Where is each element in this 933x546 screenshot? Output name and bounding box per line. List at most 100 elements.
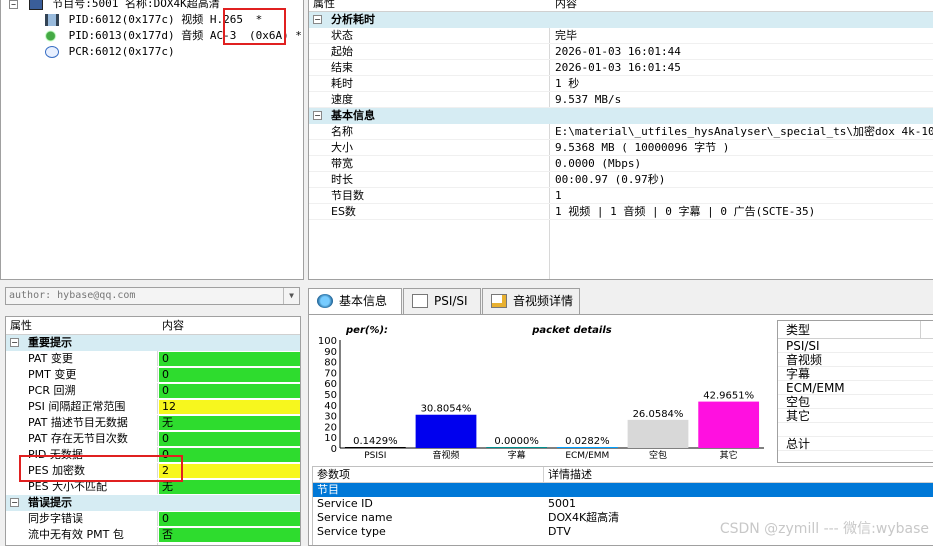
tab-basic-info[interactable]: 基本信息 [308, 288, 402, 315]
document-icon [412, 294, 428, 308]
alerts-header: 属性 内容 [6, 317, 300, 335]
alert-key: PMT 变更 [28, 368, 77, 381]
prop-value: 1 视频 | 1 音频 | 0 字幕 | 0 广告(SCTE-35) [555, 205, 816, 218]
detail-header-a: 参数项 [317, 468, 350, 481]
tree-item-suffix: (0x6A) * [248, 29, 302, 42]
type-list-item[interactable]: 音视频 [778, 353, 933, 367]
alert-value: 2 [159, 464, 300, 478]
prop-key: 大小 [331, 141, 353, 154]
prop-row[interactable]: 名称 E:\material\_utfiles_hysAnalyser\_spec… [309, 124, 933, 140]
prop-row[interactable]: ES数 1 视频 | 1 音频 | 0 字幕 | 0 广告(SCTE-35) [309, 204, 933, 220]
watermark: CSDN @zymill --- 微信:wybase [719, 521, 929, 537]
tab-av-details[interactable]: 音视频详情 [482, 288, 580, 314]
alert-key: PAT 存在无节目次数 [28, 432, 128, 445]
y-tick-label: 0 [331, 444, 337, 455]
tree-program-node[interactable]: − 节目号:5001 名称:DOX4K超高清 [1, 0, 303, 12]
collapse-icon[interactable]: − [10, 338, 19, 347]
type-list-item[interactable]: PSI/SI [778, 339, 933, 353]
detail-row-selected[interactable]: 节目 [313, 483, 933, 497]
collapse-icon[interactable]: − [10, 498, 19, 507]
tab-label: 音视频详情 [513, 294, 574, 308]
detail-cell-b: DTV [548, 525, 571, 538]
chart-title: packet details [531, 325, 611, 336]
type-list-item[interactable]: 空包 [778, 395, 933, 409]
type-list-item[interactable] [778, 423, 933, 437]
tree-item-pcr[interactable]: PCR:6012(0x177c) [1, 44, 303, 60]
prop-row[interactable]: 时长 00:00.97 (0.97秒) [309, 172, 933, 188]
alert-row[interactable]: PMT 变更 0 [6, 367, 300, 383]
alert-value: 无 [159, 416, 300, 430]
prop-value: 9.537 MB/s [555, 93, 622, 106]
alert-row[interactable]: PID 无数据 0 [6, 447, 300, 463]
alert-row[interactable]: PAT 描述节目无数据 无 [6, 415, 300, 431]
x-tick-label: ECM/EMM [565, 451, 609, 461]
section-important[interactable]: − 重要提示 [6, 335, 300, 351]
prop-row[interactable]: 大小 9.5368 MB ( 10000096 字节 ) [309, 140, 933, 156]
alert-value: 0 [159, 432, 300, 446]
type-list-item[interactable]: 其它 [778, 409, 933, 423]
tree-item-suffix: * [255, 13, 263, 26]
bar [344, 447, 406, 448]
prop-row[interactable]: 状态 完毕 [309, 28, 933, 44]
collapse-icon[interactable]: − [9, 0, 18, 9]
author-select-value: author: hybase@qq.com [9, 290, 136, 301]
section-analysis-time[interactable]: − 分析耗时 [309, 12, 933, 28]
chevron-down-icon[interactable]: ▼ [283, 288, 299, 304]
section-errors[interactable]: − 错误提示 [6, 495, 300, 511]
tree-item-label: PCR:6012(0x177c) [68, 45, 175, 58]
alert-row[interactable]: PAT 存在无节目次数 0 [6, 431, 300, 447]
speaker-icon [45, 30, 59, 42]
type-list-item[interactable]: 字幕 [778, 367, 933, 381]
y-tick-label: 10 [324, 433, 337, 444]
prop-row[interactable]: 结束 2026-01-03 16:01:45 [309, 60, 933, 76]
alert-key: PAT 描述节目无数据 [28, 416, 128, 429]
prop-row[interactable]: 速度 9.537 MB/s [309, 92, 933, 108]
alert-key: PES 大小不匹配 [28, 480, 108, 493]
alert-row[interactable]: PCR 回溯 0 [6, 383, 300, 399]
alert-row[interactable]: PES 大小不匹配 无 [6, 479, 300, 495]
y-tick-label: 80 [324, 358, 337, 369]
prop-row[interactable]: 带宽 0.0000 (Mbps) [309, 156, 933, 172]
section-basic-info[interactable]: − 基本信息 [309, 108, 933, 124]
detail-cell-a: Service ID [317, 497, 373, 510]
type-list-item[interactable]: 总计 [778, 437, 933, 451]
alert-value: 无 [159, 480, 300, 494]
bar [486, 447, 548, 448]
prop-key: 状态 [331, 29, 353, 42]
type-list-item[interactable]: ECM/EMM [778, 381, 933, 395]
alerts-panel: 属性 内容 − 重要提示 PAT 变更 0 PMT 变更 0 PCR 回溯 0 PSI … [5, 316, 301, 546]
tree-item-video[interactable]: PID:6012(0x177c) 视频 H.265 * [1, 12, 303, 28]
type-list-items: PSI/SI 音视频 字幕 ECM/EMM 空包 其它总计 [778, 339, 933, 451]
bar-value-label: 30.8054% [421, 404, 472, 415]
alert-row[interactable]: PES 加密数 2 [6, 463, 300, 479]
prop-value: E:\material\_utfiles_hysAnalyser\_specia… [555, 125, 933, 138]
y-tick-label: 100 [318, 336, 337, 347]
y-tick-label: 40 [324, 401, 337, 412]
alert-key: PCR 回溯 [28, 384, 76, 397]
type-list-header: 类型 [778, 321, 933, 339]
alert-row[interactable]: 流中无有效 PMT 包 否 [6, 527, 300, 543]
prop-row[interactable]: 起始 2026-01-03 16:01:44 [309, 44, 933, 60]
prop-key: 起始 [331, 45, 353, 58]
bar-value-label: 42.9651% [703, 391, 754, 402]
prop-key: ES数 [331, 205, 356, 218]
alert-row[interactable]: PAT 变更 0 [6, 351, 300, 367]
tree-item-audio[interactable]: PID:6013(0x177d) 音频 AC-3 (0x6A) * [1, 28, 303, 44]
globe-icon [317, 294, 333, 308]
tab-psi-si[interactable]: PSI/SI [403, 288, 481, 314]
author-select[interactable]: author: hybase@qq.com ▼ [5, 287, 300, 305]
collapse-icon[interactable]: − [313, 111, 322, 120]
y-tick-label: 20 [324, 422, 337, 433]
detail-row[interactable]: Service ID 5001 [313, 497, 933, 511]
section-title: 分析耗时 [331, 13, 375, 26]
alert-row[interactable]: 同步字错误 0 [6, 511, 300, 527]
prop-row[interactable]: 节目数 1 [309, 188, 933, 204]
collapse-icon[interactable]: − [313, 15, 322, 24]
prop-row[interactable]: 耗时 1 秒 [309, 76, 933, 92]
alert-key: 流中无有效 PMT 包 [28, 528, 124, 541]
x-tick-label: PSISI [364, 451, 386, 461]
prop-key: 时长 [331, 173, 353, 186]
alert-row[interactable]: PSI 间隔超正常范围 12 [6, 399, 300, 415]
tree-item-label: PID:6013(0x177d) 音频 AC-3 [68, 29, 237, 42]
prop-value: 9.5368 MB ( 10000096 字节 ) [555, 141, 730, 154]
